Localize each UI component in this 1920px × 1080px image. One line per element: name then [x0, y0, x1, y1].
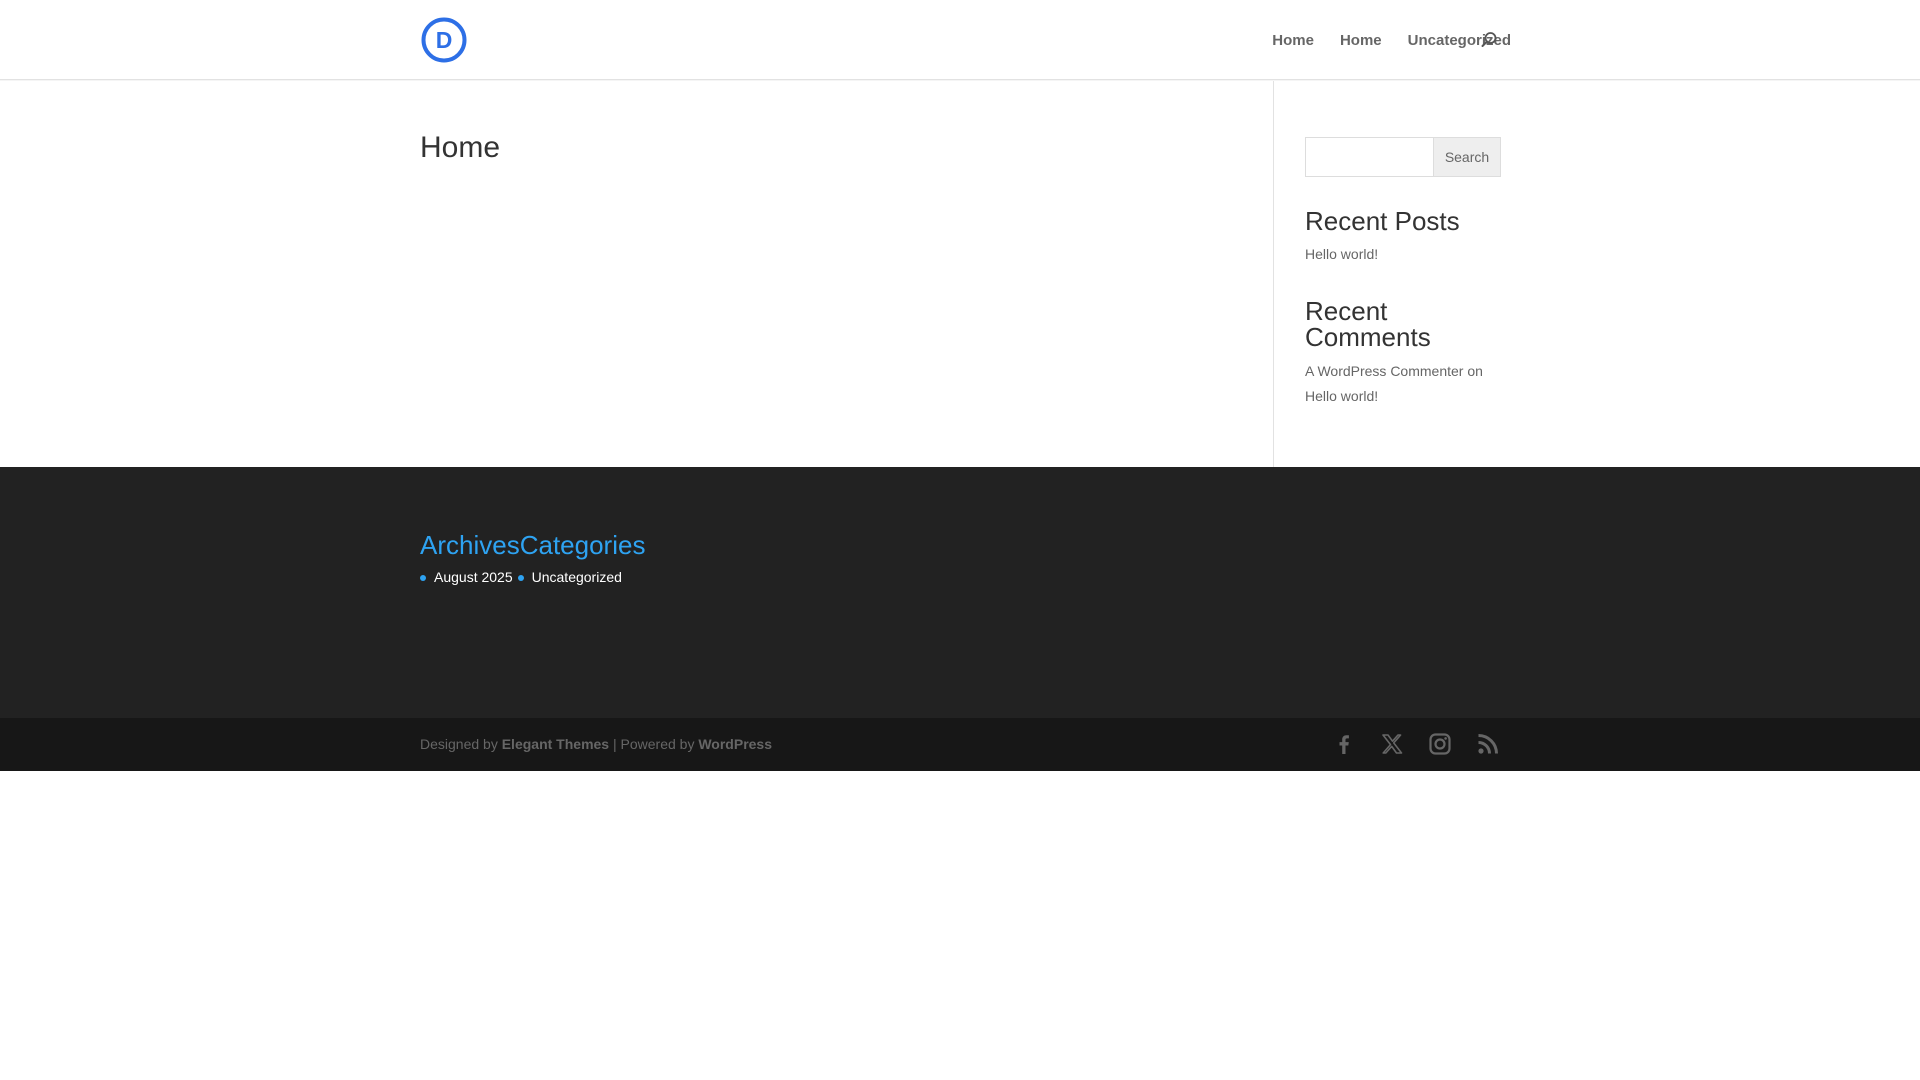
logo-letter: D: [436, 27, 453, 53]
footer-widget-list: August 2025 Uncategorized: [420, 569, 627, 585]
designed-by-text: Designed by: [420, 736, 498, 752]
search-icon[interactable]: [1480, 31, 1498, 49]
footer-bottom-bar: Designed by Elegant Themes | Powered by …: [0, 718, 1920, 771]
wordpress-link[interactable]: WordPress: [698, 736, 772, 752]
facebook-icon[interactable]: [1332, 732, 1356, 756]
sidebar-divider: [1273, 81, 1274, 467]
footer-widgets: Archives Categories August 2025 Uncategor…: [0, 467, 1920, 718]
site-logo[interactable]: D: [420, 16, 468, 64]
site-header: D Home Home Uncategorized: [0, 0, 1920, 80]
footer-widget-titles: Archives Categories: [420, 530, 645, 561]
list-item: August 2025: [420, 569, 513, 585]
comment-post-link[interactable]: Hello world!: [1305, 388, 1378, 404]
archive-link[interactable]: August 2025: [434, 569, 513, 585]
comment-author-link[interactable]: A WordPress Commenter: [1305, 363, 1463, 379]
recent-posts-title: Recent Posts: [1305, 206, 1460, 236]
powered-by-text: | Powered by: [612, 736, 695, 752]
sidebar-search: Search: [1305, 137, 1501, 177]
list-item: Uncategorized: [517, 569, 622, 585]
nav-item-home-2[interactable]: Home: [1340, 32, 1382, 49]
elegant-themes-link[interactable]: Elegant Themes: [502, 736, 609, 752]
main-content: Home Search Recent Posts Hello world! Re…: [0, 81, 1920, 467]
bullet-icon: [517, 574, 524, 581]
search-input[interactable]: [1305, 137, 1433, 177]
x-icon[interactable]: [1380, 732, 1404, 756]
nav-item-home[interactable]: Home: [1272, 32, 1314, 49]
main-nav: Home Home Uncategorized: [1272, 0, 1511, 80]
recent-comment: A WordPress Commenter on: [1305, 363, 1483, 379]
instagram-icon[interactable]: [1428, 732, 1452, 756]
social-icons: [1332, 732, 1500, 756]
page-title: Home: [420, 131, 501, 164]
archives-title: Archives: [420, 530, 520, 560]
bullet-icon: [420, 574, 426, 581]
rss-icon[interactable]: [1476, 732, 1500, 756]
recent-post-link[interactable]: Hello world!: [1305, 246, 1378, 262]
comment-connector: on: [1467, 363, 1483, 379]
footer-credits: Designed by Elegant Themes | Powered by …: [420, 736, 772, 752]
category-link[interactable]: Uncategorized: [532, 569, 622, 585]
categories-title: Categories: [519, 530, 646, 560]
search-button[interactable]: Search: [1433, 137, 1501, 177]
recent-comments-title: Recent Comments: [1305, 296, 1431, 352]
